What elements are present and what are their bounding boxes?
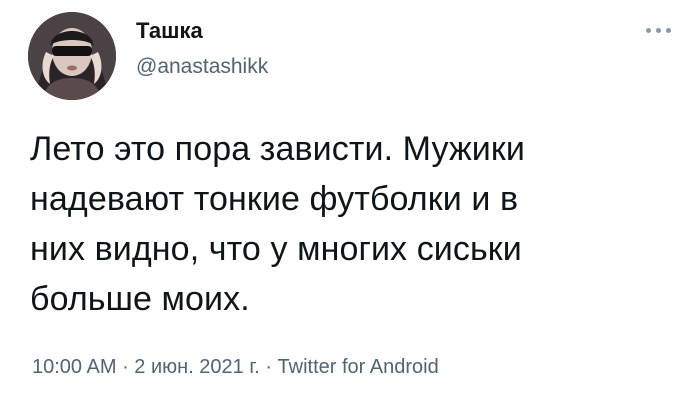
more-horizontal-icon[interactable] <box>640 18 676 42</box>
tweet-text: Лето это пора зависти. Мужики надевают т… <box>30 130 525 318</box>
tweet-meta: 10:00 AM · 2 июн. 2021 г. · Twitter for … <box>32 354 439 380</box>
tweet-date[interactable]: 2 июн. 2021 г. <box>134 356 259 378</box>
separator: · <box>259 356 278 378</box>
avatar[interactable] <box>28 12 116 100</box>
tweet-time[interactable]: 10:00 AM <box>32 356 117 378</box>
avatar-image <box>28 12 116 100</box>
handle[interactable]: @anastashikk <box>136 54 268 80</box>
tweet-source[interactable]: Twitter for Android <box>278 356 439 378</box>
display-name[interactable]: Ташка <box>136 18 203 44</box>
dot <box>645 27 651 33</box>
dot <box>665 27 671 33</box>
separator: · <box>116 356 135 378</box>
tweet-card: Ташка @anastashikk Лето это пора зависти… <box>0 0 700 402</box>
dot <box>655 27 661 33</box>
